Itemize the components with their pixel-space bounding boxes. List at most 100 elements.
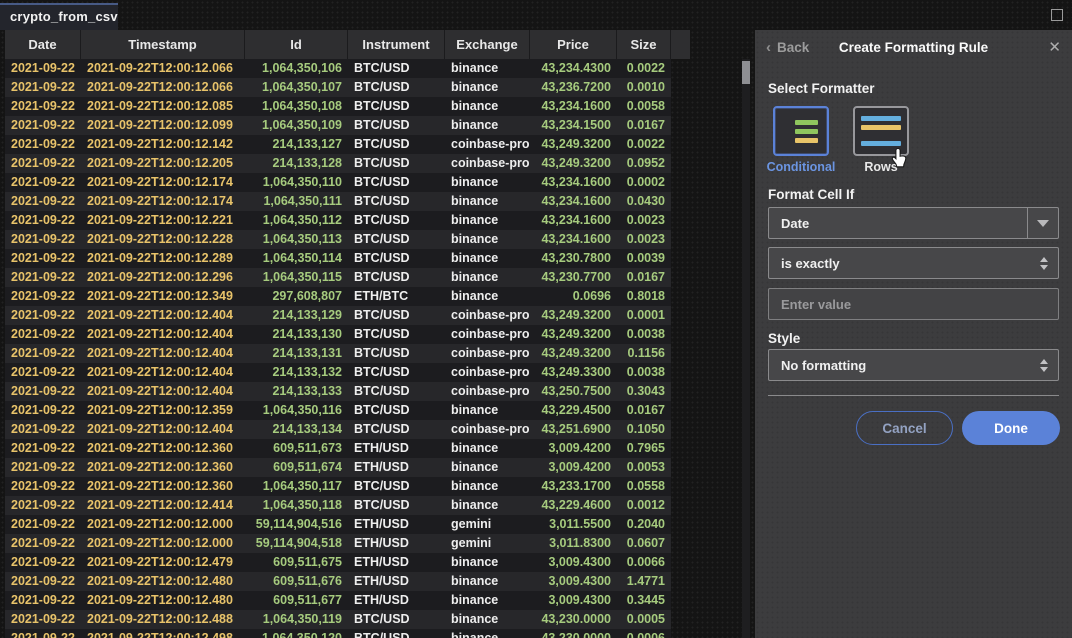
cell-timestamp[interactable]: 2021-09-22T12:00:12.228 bbox=[81, 230, 245, 249]
cell-id[interactable]: 214,133,134 bbox=[245, 420, 348, 439]
cell-exchange[interactable]: binance bbox=[445, 173, 530, 192]
cell-size[interactable]: 1.4771 bbox=[617, 572, 671, 591]
cell-date[interactable]: 2021-09-22 bbox=[5, 287, 81, 306]
cell-price[interactable]: 43,230.0000 bbox=[530, 629, 617, 638]
table-row[interactable]: 2021-09-222021-09-22T12:00:12.480609,511… bbox=[5, 572, 671, 591]
cell-date[interactable]: 2021-09-22 bbox=[5, 401, 81, 420]
column-select[interactable]: Date bbox=[768, 207, 1059, 239]
cell-id[interactable]: 214,133,128 bbox=[245, 154, 348, 173]
cell-exchange[interactable]: gemini bbox=[445, 515, 530, 534]
cell-price[interactable]: 43,250.7500 bbox=[530, 382, 617, 401]
cell-instrument[interactable]: BTC/USD bbox=[348, 477, 445, 496]
table-row[interactable]: 2021-09-222021-09-22T12:00:12.00059,114,… bbox=[5, 515, 671, 534]
cell-exchange[interactable]: binance bbox=[445, 401, 530, 420]
cell-price[interactable]: 43,251.6900 bbox=[530, 420, 617, 439]
cell-id[interactable]: 1,064,350,114 bbox=[245, 249, 348, 268]
cell-exchange[interactable]: binance bbox=[445, 97, 530, 116]
cell-id[interactable]: 59,114,904,518 bbox=[245, 534, 348, 553]
style-select[interactable]: No formatting bbox=[768, 349, 1059, 381]
cell-price[interactable]: 43,234.1600 bbox=[530, 230, 617, 249]
cell-date[interactable]: 2021-09-22 bbox=[5, 344, 81, 363]
cell-size[interactable]: 0.0167 bbox=[617, 401, 671, 420]
tab-crypto-from-csv[interactable]: crypto_from_csv bbox=[0, 3, 118, 30]
cell-price[interactable]: 43,229.4600 bbox=[530, 496, 617, 515]
cell-date[interactable]: 2021-09-22 bbox=[5, 382, 81, 401]
cell-exchange[interactable]: coinbase-pro bbox=[445, 154, 530, 173]
table-row[interactable]: 2021-09-222021-09-22T12:00:12.360609,511… bbox=[5, 439, 671, 458]
cell-size[interactable]: 0.0038 bbox=[617, 325, 671, 344]
cell-price[interactable]: 43,249.3200 bbox=[530, 344, 617, 363]
table-row[interactable]: 2021-09-222021-09-22T12:00:12.404214,133… bbox=[5, 363, 671, 382]
cell-exchange[interactable]: binance bbox=[445, 553, 530, 572]
cell-id[interactable]: 214,133,131 bbox=[245, 344, 348, 363]
cell-date[interactable]: 2021-09-22 bbox=[5, 572, 81, 591]
cell-id[interactable]: 1,064,350,108 bbox=[245, 97, 348, 116]
table-row[interactable]: 2021-09-222021-09-22T12:00:12.4881,064,3… bbox=[5, 610, 671, 629]
cell-size[interactable]: 0.0066 bbox=[617, 553, 671, 572]
cell-size[interactable]: 0.0006 bbox=[617, 629, 671, 638]
cell-date[interactable]: 2021-09-22 bbox=[5, 591, 81, 610]
cell-timestamp[interactable]: 2021-09-22T12:00:12.000 bbox=[81, 515, 245, 534]
cell-size[interactable]: 0.0167 bbox=[617, 268, 671, 287]
cell-id[interactable]: 1,064,350,110 bbox=[245, 173, 348, 192]
cell-exchange[interactable]: binance bbox=[445, 211, 530, 230]
cell-price[interactable]: 43,249.3200 bbox=[530, 325, 617, 344]
cell-id[interactable]: 1,064,350,120 bbox=[245, 629, 348, 638]
dropdown-arrow-box[interactable] bbox=[1027, 208, 1058, 238]
cell-timestamp[interactable]: 2021-09-22T12:00:12.404 bbox=[81, 344, 245, 363]
cell-timestamp[interactable]: 2021-09-22T12:00:12.360 bbox=[81, 458, 245, 477]
cell-price[interactable]: 3,009.4300 bbox=[530, 553, 617, 572]
cell-size[interactable]: 0.1156 bbox=[617, 344, 671, 363]
cell-exchange[interactable]: binance bbox=[445, 477, 530, 496]
cell-instrument[interactable]: BTC/USD bbox=[348, 249, 445, 268]
cell-exchange[interactable]: binance bbox=[445, 287, 530, 306]
cell-exchange[interactable]: coinbase-pro bbox=[445, 325, 530, 344]
cell-instrument[interactable]: BTC/USD bbox=[348, 401, 445, 420]
cell-size[interactable]: 0.0022 bbox=[617, 59, 671, 78]
table-row[interactable]: 2021-09-222021-09-22T12:00:12.205214,133… bbox=[5, 154, 671, 173]
cell-instrument[interactable]: ETH/USD bbox=[348, 439, 445, 458]
cell-id[interactable]: 609,511,673 bbox=[245, 439, 348, 458]
cell-instrument[interactable]: BTC/USD bbox=[348, 116, 445, 135]
table-row[interactable]: 2021-09-222021-09-22T12:00:12.404214,133… bbox=[5, 306, 671, 325]
cell-instrument[interactable]: BTC/USD bbox=[348, 154, 445, 173]
cell-size[interactable]: 0.0607 bbox=[617, 534, 671, 553]
table-row[interactable]: 2021-09-222021-09-22T12:00:12.1741,064,3… bbox=[5, 192, 671, 211]
cell-exchange[interactable]: binance bbox=[445, 439, 530, 458]
cell-timestamp[interactable]: 2021-09-22T12:00:12.414 bbox=[81, 496, 245, 515]
table-row[interactable]: 2021-09-222021-09-22T12:00:12.2961,064,3… bbox=[5, 268, 671, 287]
table-row[interactable]: 2021-09-222021-09-22T12:00:12.480609,511… bbox=[5, 591, 671, 610]
cell-timestamp[interactable]: 2021-09-22T12:00:12.296 bbox=[81, 268, 245, 287]
cell-id[interactable]: 1,064,350,111 bbox=[245, 192, 348, 211]
cell-exchange[interactable]: binance bbox=[445, 249, 530, 268]
cell-instrument[interactable]: BTC/USD bbox=[348, 325, 445, 344]
cell-instrument[interactable]: ETH/USD bbox=[348, 515, 445, 534]
cell-id[interactable]: 609,511,675 bbox=[245, 553, 348, 572]
table-row[interactable]: 2021-09-222021-09-22T12:00:12.0661,064,3… bbox=[5, 78, 671, 97]
cell-date[interactable]: 2021-09-22 bbox=[5, 363, 81, 382]
cell-price[interactable]: 43,230.0000 bbox=[530, 610, 617, 629]
cell-timestamp[interactable]: 2021-09-22T12:00:12.221 bbox=[81, 211, 245, 230]
cell-exchange[interactable]: coinbase-pro bbox=[445, 382, 530, 401]
cell-exchange[interactable]: binance bbox=[445, 78, 530, 97]
cell-id[interactable]: 1,064,350,116 bbox=[245, 401, 348, 420]
cell-size[interactable]: 0.0039 bbox=[617, 249, 671, 268]
cell-timestamp[interactable]: 2021-09-22T12:00:12.359 bbox=[81, 401, 245, 420]
cell-id[interactable]: 1,064,350,117 bbox=[245, 477, 348, 496]
cell-timestamp[interactable]: 2021-09-22T12:00:12.480 bbox=[81, 591, 245, 610]
cell-id[interactable]: 1,064,350,118 bbox=[245, 496, 348, 515]
table-row[interactable]: 2021-09-222021-09-22T12:00:12.404214,133… bbox=[5, 325, 671, 344]
cell-size[interactable]: 0.3043 bbox=[617, 382, 671, 401]
cell-instrument[interactable]: ETH/USD bbox=[348, 553, 445, 572]
cell-id[interactable]: 1,064,350,115 bbox=[245, 268, 348, 287]
column-header-id[interactable]: Id bbox=[245, 30, 348, 59]
cell-exchange[interactable]: binance bbox=[445, 116, 530, 135]
cell-price[interactable]: 43,234.1500 bbox=[530, 116, 617, 135]
cell-price[interactable]: 0.0696 bbox=[530, 287, 617, 306]
cell-size[interactable]: 0.0038 bbox=[617, 363, 671, 382]
cell-id[interactable]: 1,064,350,106 bbox=[245, 59, 348, 78]
cell-id[interactable]: 1,064,350,107 bbox=[245, 78, 348, 97]
column-header-instrument[interactable]: Instrument bbox=[348, 30, 445, 59]
cell-price[interactable]: 3,009.4200 bbox=[530, 458, 617, 477]
formatter-option-rows[interactable]: Rows bbox=[849, 106, 913, 174]
